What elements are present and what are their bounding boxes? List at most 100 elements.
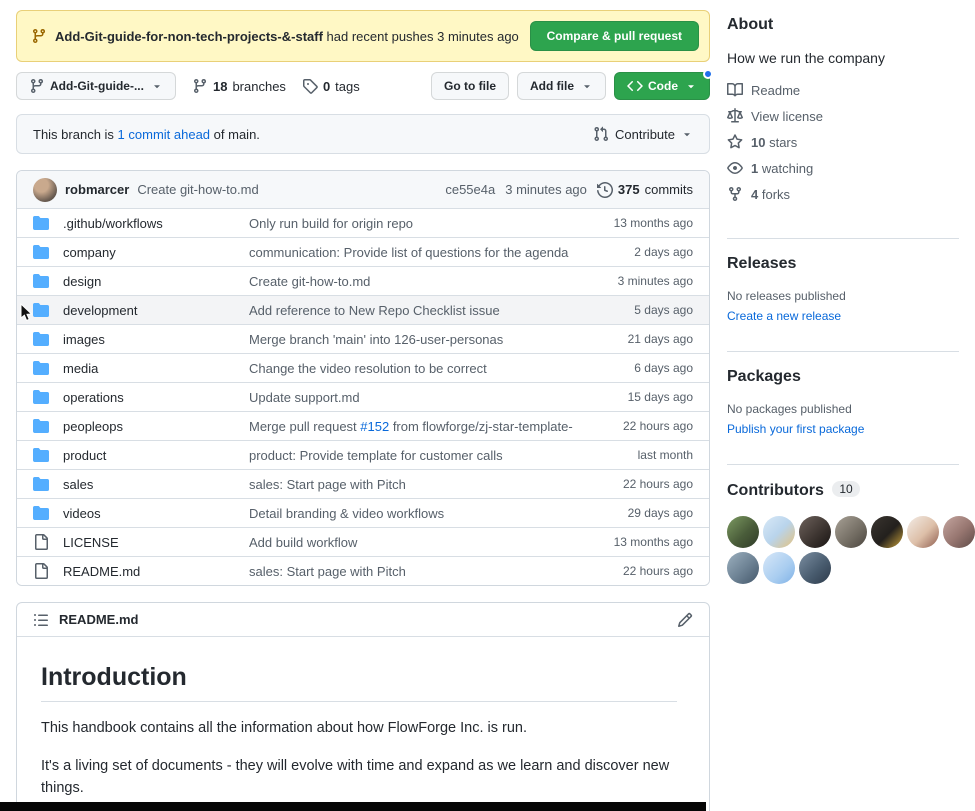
branches-label: branches [232, 79, 285, 94]
banner-text: Add-Git-guide-for-non-tech-projects-&-st… [55, 29, 522, 44]
table-row[interactable]: design Create git-how-to.md 3 minutes ag… [17, 266, 709, 295]
file-name-link[interactable]: development [63, 303, 249, 318]
latest-commit-bar: robmarcer Create git-how-to.md ce55e4a 3… [17, 171, 709, 208]
contributor-avatar[interactable] [727, 552, 759, 584]
avatar[interactable] [33, 178, 57, 202]
commit-author-link[interactable]: robmarcer [65, 182, 129, 197]
row-commit-message[interactable]: Merge pull request #152 from flowforge/z… [249, 419, 573, 434]
code-button[interactable]: Code [614, 72, 710, 100]
row-commit-message[interactable]: Detail branding & video workflows [249, 506, 573, 521]
file-name-link[interactable]: LICENSE [63, 535, 249, 550]
file-name-link[interactable]: README.md [63, 564, 249, 579]
table-row[interactable]: company communication: Provide list of q… [17, 237, 709, 266]
table-row[interactable]: product product: Provide template for cu… [17, 440, 709, 469]
sidebar-item-label: Readme [751, 83, 800, 98]
repo-forked-icon [727, 186, 743, 202]
compare-pull-request-button[interactable]: Compare & pull request [530, 21, 699, 51]
law-icon [727, 108, 743, 124]
go-to-file-button[interactable]: Go to file [431, 72, 509, 100]
file-name-link[interactable]: design [63, 274, 249, 289]
contributor-avatar[interactable] [727, 516, 759, 548]
packages-section: Packages No packages published Publish y… [727, 368, 959, 465]
file-name-link[interactable]: operations [63, 390, 249, 405]
row-commit-message[interactable]: communication: Provide list of questions… [249, 245, 573, 260]
code-label: Code [648, 79, 678, 93]
table-row[interactable]: images Merge branch 'main' into 126-user… [17, 324, 709, 353]
branches-link[interactable]: 18 branches [192, 78, 286, 94]
sidebar-item-label: 4 forks [751, 187, 790, 202]
mouse-cursor [20, 303, 33, 322]
row-commit-message[interactable]: Add reference to New Repo Checklist issu… [249, 303, 573, 318]
commit-sha-link[interactable]: ce55e4a [445, 182, 495, 197]
row-commit-date: 22 hours ago [573, 419, 693, 433]
file-name-link[interactable]: product [63, 448, 249, 463]
row-commit-message[interactable]: Update support.md [249, 390, 573, 405]
branch-selector[interactable]: Add-Git-guide-... [16, 72, 176, 100]
git-pull-request-icon [593, 126, 609, 142]
row-commit-date: 29 days ago [573, 506, 693, 520]
list-unordered-icon[interactable] [33, 612, 49, 628]
contributor-avatar[interactable] [763, 516, 795, 548]
file-name-link[interactable]: company [63, 245, 249, 260]
sidebar-item-stars[interactable]: 10 stars [727, 134, 959, 150]
row-commit-date: 13 months ago [573, 216, 693, 230]
row-commit-message[interactable]: Merge branch 'main' into 126-user-person… [249, 332, 573, 347]
row-commit-date: 22 hours ago [573, 477, 693, 491]
contributor-avatar[interactable] [799, 516, 831, 548]
branch-status-bar: This branch is 1 commit ahead of main. C… [16, 114, 710, 154]
commit-ahead-link[interactable]: 1 commit ahead [118, 127, 211, 142]
table-row[interactable]: operations Update support.md 15 days ago [17, 382, 709, 411]
watching-count: 1 [751, 161, 758, 176]
contributor-avatar[interactable] [907, 516, 939, 548]
file-name-link[interactable]: images [63, 332, 249, 347]
folder-icon [33, 360, 49, 376]
contributor-avatar[interactable] [799, 552, 831, 584]
row-commit-message[interactable]: Create git-how-to.md [249, 274, 573, 289]
row-commit-message[interactable]: Change the video resolution to be correc… [249, 361, 573, 376]
folder-icon [33, 244, 49, 260]
table-row[interactable]: development Add reference to New Repo Ch… [17, 295, 709, 324]
sidebar-item-label: 10 stars [751, 135, 797, 150]
contribute-button[interactable]: Contribute [593, 126, 693, 142]
create-release-link[interactable]: Create a new release [727, 309, 841, 323]
file-name-link[interactable]: videos [63, 506, 249, 521]
folder-icon [33, 476, 49, 492]
table-row[interactable]: LICENSE Add build workflow 13 months ago [17, 527, 709, 556]
pull-request-link[interactable]: #152 [360, 419, 389, 434]
table-row[interactable]: media Change the video resolution to be … [17, 353, 709, 382]
sidebar-item-license[interactable]: View license [727, 108, 959, 124]
bottom-cutoff-bar [0, 802, 706, 811]
file-name-link[interactable]: media [63, 361, 249, 376]
row-commit-message[interactable]: sales: Start page with Pitch [249, 564, 573, 579]
add-file-button[interactable]: Add file [517, 72, 606, 100]
table-row[interactable]: README.md sales: Start page with Pitch 2… [17, 556, 709, 585]
table-row[interactable]: videos Detail branding & video workflows… [17, 498, 709, 527]
row-commit-message[interactable]: product: Provide template for customer c… [249, 448, 573, 463]
contributors-grid [727, 516, 975, 584]
row-commit-message[interactable]: Add build workflow [249, 535, 573, 550]
contributor-avatar[interactable] [943, 516, 975, 548]
contributor-avatar[interactable] [835, 516, 867, 548]
file-name-link[interactable]: .github/workflows [63, 216, 249, 231]
pencil-icon[interactable] [677, 612, 693, 628]
row-commit-message[interactable]: Only run build for origin repo [249, 216, 573, 231]
sidebar-item-watching[interactable]: 1 watching [727, 160, 959, 176]
table-row[interactable]: .github/workflows Only run build for ori… [17, 208, 709, 237]
readme-body: Introduction This handbook contains all … [17, 637, 709, 811]
folder-icon [33, 215, 49, 231]
table-row[interactable]: peopleops Merge pull request #152 from f… [17, 411, 709, 440]
row-commit-date: 13 months ago [573, 535, 693, 549]
file-name-link[interactable]: sales [63, 477, 249, 492]
tags-link[interactable]: 0 tags [302, 78, 360, 94]
contributor-avatar[interactable] [763, 552, 795, 584]
sidebar-item-forks[interactable]: 4 forks [727, 186, 959, 202]
main-column: Add-Git-guide-for-non-tech-projects-&-st… [16, 10, 710, 811]
contributor-avatar[interactable] [871, 516, 903, 548]
publish-package-link[interactable]: Publish your first package [727, 422, 864, 436]
sidebar-item-readme[interactable]: Readme [727, 82, 959, 98]
commit-message-link[interactable]: Create git-how-to.md [137, 182, 258, 197]
row-commit-message[interactable]: sales: Start page with Pitch [249, 477, 573, 492]
commits-history-link[interactable]: 375 commits [597, 182, 693, 198]
table-row[interactable]: sales sales: Start page with Pitch 22 ho… [17, 469, 709, 498]
file-name-link[interactable]: peopleops [63, 419, 249, 434]
